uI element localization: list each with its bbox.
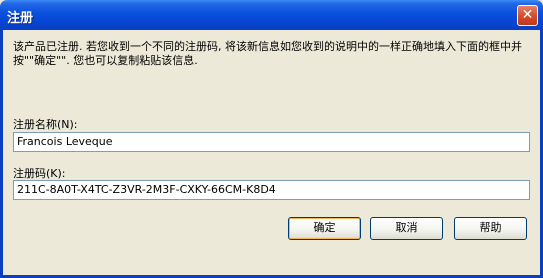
code-label: 注册码(K): bbox=[13, 167, 66, 180]
description-text: 该产品已注册. 若您收到一个不同的注册码, 将该新信息如您收到的说明中的一样正确… bbox=[13, 40, 522, 67]
cancel-button[interactable]: 取消 bbox=[370, 217, 443, 240]
dialog-body: 该产品已注册. 若您收到一个不同的注册码, 将该新信息如您收到的说明中的一样正确… bbox=[3, 30, 540, 275]
name-label: 注册名称(N): bbox=[13, 118, 78, 131]
registration-code-field[interactable]: 211C-8A0T-X4TC-Z3VR-2M3F-CXKY-66CM-K8D4 bbox=[13, 180, 530, 200]
close-button[interactable]: ✕ bbox=[517, 5, 538, 26]
title-bar[interactable]: 注册 ✕ bbox=[0, 0, 543, 30]
close-icon: ✕ bbox=[521, 7, 534, 23]
window-title: 注册 bbox=[7, 11, 34, 26]
name-field[interactable]: Francois Leveque bbox=[13, 132, 530, 152]
help-button[interactable]: 帮助 bbox=[454, 217, 527, 240]
ok-button[interactable]: 确定 bbox=[288, 217, 361, 240]
registration-dialog: 注册 ✕ 该产品已注册. 若您收到一个不同的注册码, 将该新信息如您收到的说明中… bbox=[0, 0, 543, 278]
